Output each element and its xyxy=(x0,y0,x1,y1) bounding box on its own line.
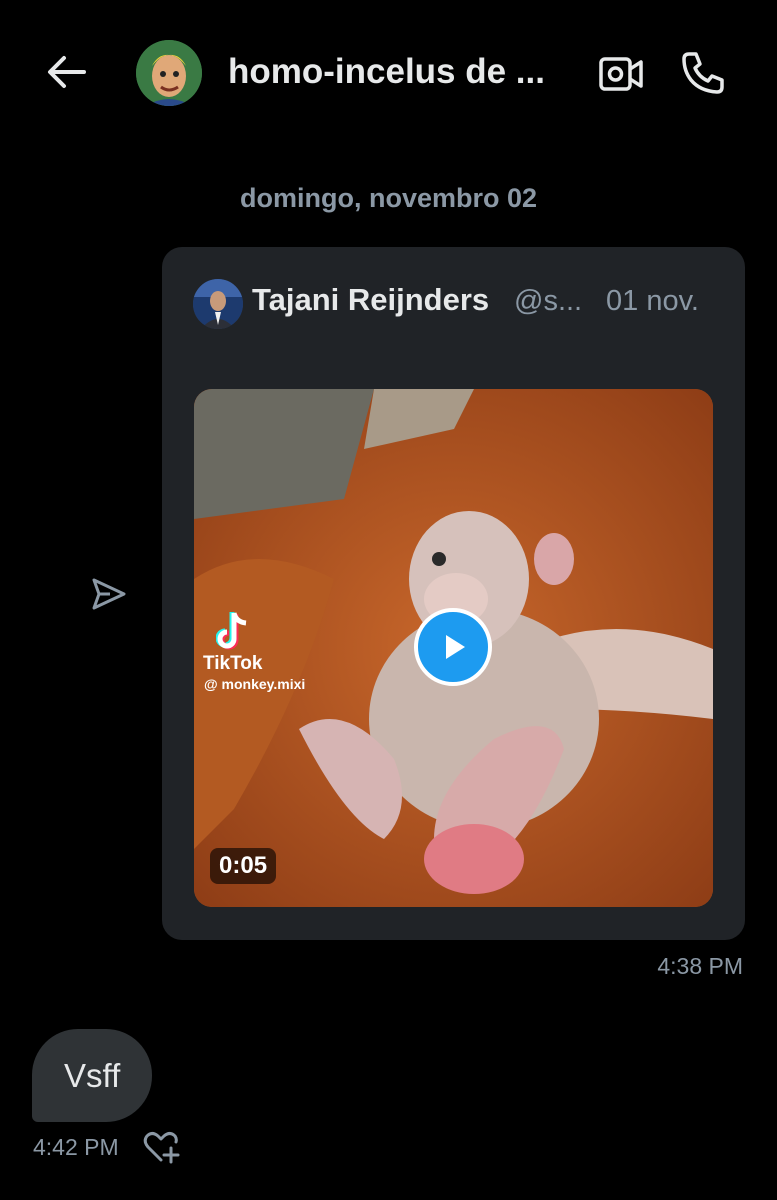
received-message-time: 4:42 PM xyxy=(33,1134,119,1160)
received-message-bubble[interactable]: Vsff xyxy=(32,1029,153,1122)
sent-message-time: 4:38 PM xyxy=(657,953,743,979)
author-avatar-image xyxy=(193,279,243,329)
chat-title[interactable]: homo-incelus de ... xyxy=(228,52,578,92)
tiktok-logo-icon xyxy=(216,612,247,650)
chat-header: homo-incelus de ... xyxy=(0,0,777,150)
received-message-text: Vsff xyxy=(64,1056,121,1094)
video-camera-icon xyxy=(599,57,643,91)
post-author-avatar[interactable] xyxy=(193,279,243,329)
post-date: 01 nov. xyxy=(606,285,699,317)
avatar-image xyxy=(136,40,202,106)
arrow-left-icon xyxy=(48,56,86,88)
play-button[interactable] xyxy=(414,608,492,686)
shared-post-card[interactable]: Tajani Reijnders @s... 01 nov. TikTok @ … xyxy=(162,247,745,940)
date-separator: domingo, novembro 02 xyxy=(239,183,538,213)
phone-icon xyxy=(682,52,724,94)
tiktok-watermark-user: @ monkey.mixi xyxy=(204,676,306,692)
post-author-name[interactable]: Tajani Reijnders xyxy=(252,282,489,318)
post-video[interactable]: TikTok @ monkey.mixi 0:05 xyxy=(194,389,713,907)
sent-arrow-icon xyxy=(92,578,126,610)
contact-avatar[interactable] xyxy=(136,40,202,106)
heart-plus-icon xyxy=(143,1132,180,1164)
video-call-button[interactable] xyxy=(598,52,644,96)
voice-call-button[interactable] xyxy=(680,50,726,96)
add-reaction-button[interactable] xyxy=(142,1128,180,1166)
tiktok-watermark-label: TikTok xyxy=(203,653,263,674)
back-button[interactable] xyxy=(44,50,88,94)
play-icon xyxy=(446,635,465,659)
post-author-handle: @s... xyxy=(514,285,583,317)
video-duration-badge: 0:05 xyxy=(210,848,277,884)
